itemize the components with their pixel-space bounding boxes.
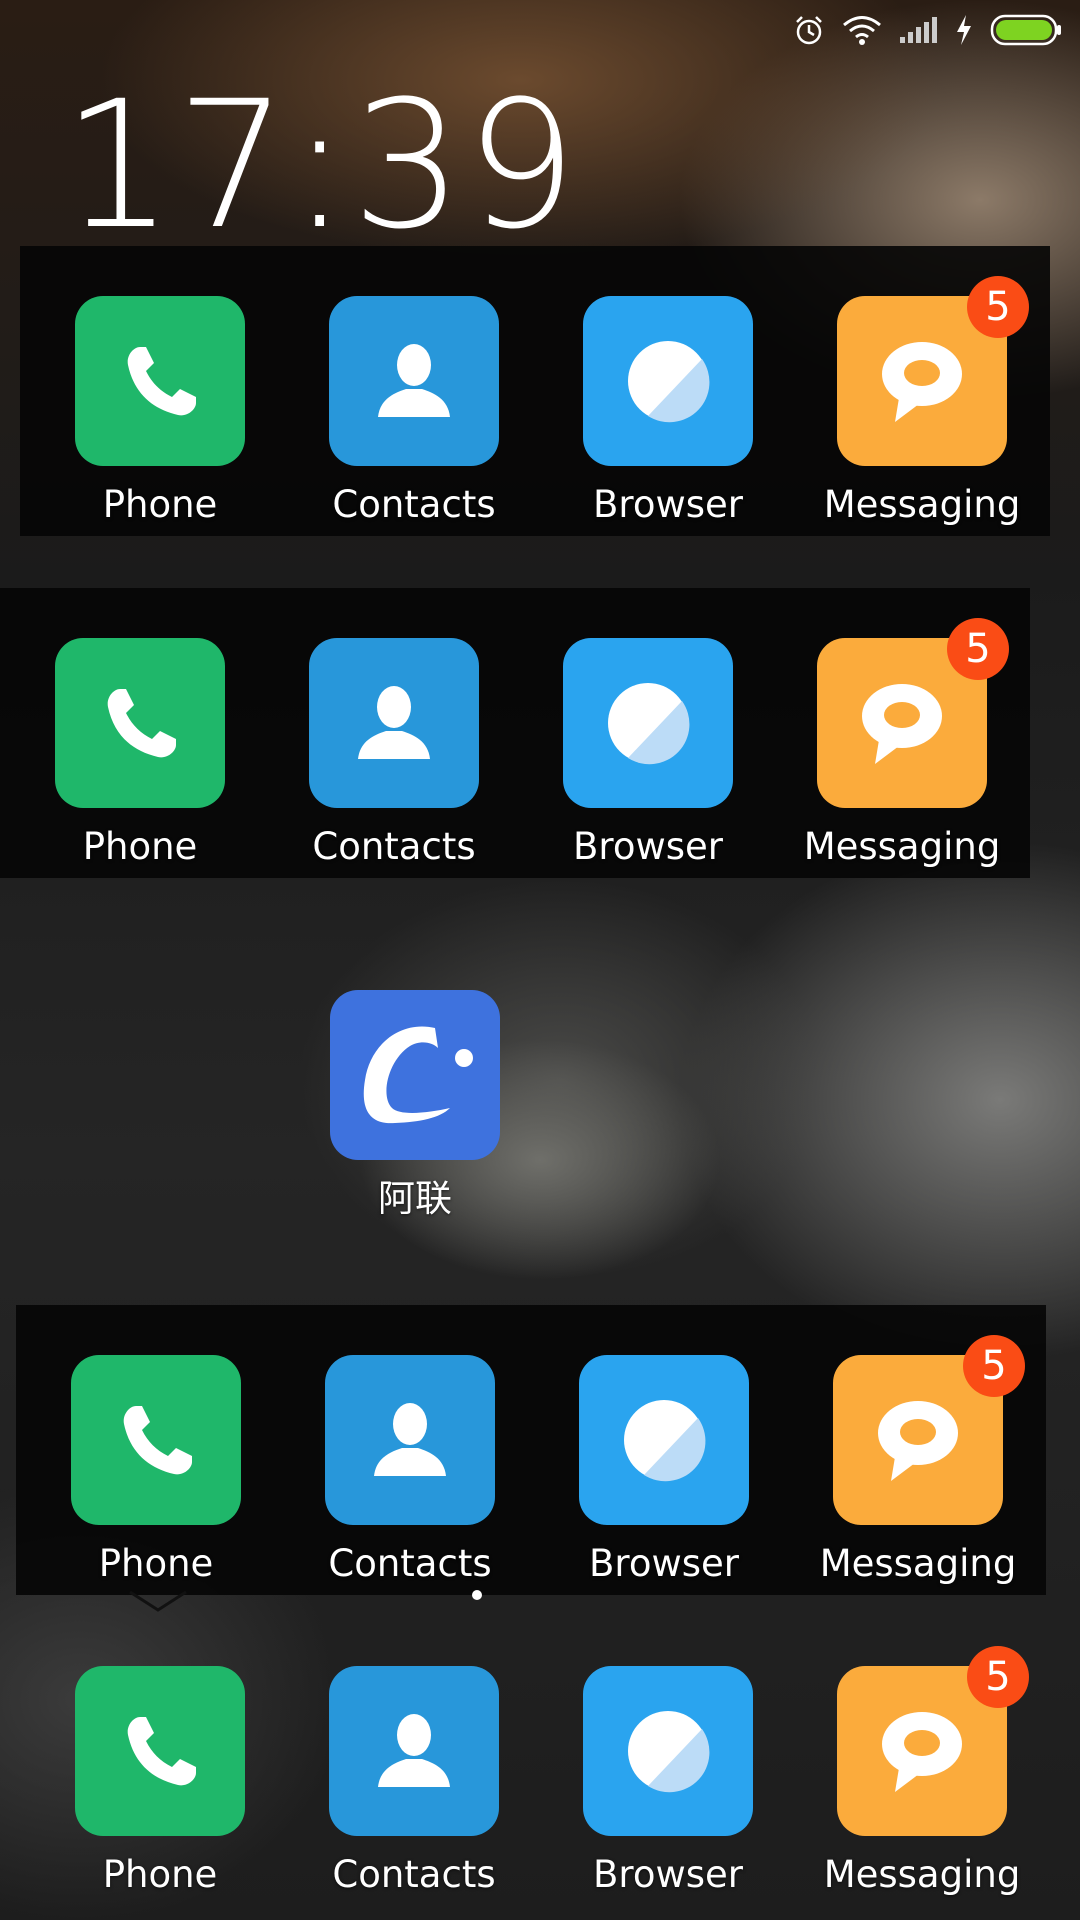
app-contacts[interactable]: Contacts	[314, 1616, 514, 1906]
app-row-1: Phone Contacts Browser 5 Messaging	[20, 246, 1050, 536]
app-alian[interactable]: 阿联	[315, 940, 515, 1230]
app-label: Browser	[593, 483, 743, 526]
notification-badge: 5	[963, 1335, 1025, 1397]
app-messaging[interactable]: 5 Messaging	[822, 1616, 1029, 1906]
contact-icon	[329, 296, 499, 466]
app-label: Phone	[102, 1853, 218, 1896]
clock: 17:39	[62, 63, 580, 268]
browser-icon	[583, 1666, 753, 1836]
app-messaging[interactable]: 5 Messaging	[822, 246, 1029, 536]
app-label: Phone	[102, 483, 218, 526]
wifi-icon	[842, 14, 882, 46]
app-label: Contacts	[332, 483, 496, 526]
app-label: Messaging	[803, 825, 1001, 868]
phone-icon	[75, 1666, 245, 1836]
app-label: Browser	[573, 825, 723, 868]
message-icon: 5	[837, 276, 1029, 466]
alian-call-icon	[330, 990, 500, 1160]
signal-icon	[898, 15, 938, 45]
app-label: Contacts	[312, 825, 476, 868]
app-browser[interactable]: Browser	[568, 1616, 768, 1906]
app-label: 阿联	[378, 1177, 452, 1220]
app-browser[interactable]: Browser	[548, 588, 748, 878]
app-label: Browser	[593, 1853, 743, 1896]
app-label: Phone	[82, 825, 198, 868]
app-row-2: Phone Contacts Browser 5 Messaging	[0, 588, 1030, 878]
app-label: Messaging	[823, 483, 1021, 526]
app-messaging[interactable]: 5 Messaging	[802, 588, 1009, 878]
phone-icon	[71, 1355, 241, 1525]
message-icon: 5	[817, 618, 1009, 808]
app-label: Contacts	[328, 1542, 492, 1585]
app-label: Contacts	[332, 1853, 496, 1896]
phone-icon	[55, 638, 225, 808]
app-browser[interactable]: Browser	[568, 246, 768, 536]
page-indicator-dot	[472, 1590, 482, 1600]
app-label: Browser	[589, 1542, 739, 1585]
notification-badge: 5	[947, 618, 1009, 680]
battery-icon	[990, 13, 1062, 47]
app-label: Phone	[98, 1542, 214, 1585]
message-icon: 5	[837, 1646, 1029, 1836]
alarm-icon	[792, 13, 826, 47]
app-row-4: Phone Contacts Browser 5 Messaging	[20, 1616, 1050, 1906]
contact-icon	[309, 638, 479, 808]
app-row-3: Phone Contacts Browser 5 Messaging	[16, 1305, 1046, 1595]
contact-icon	[329, 1666, 499, 1836]
chevron-down-icon	[128, 1590, 188, 1618]
app-phone[interactable]: Phone	[60, 1616, 260, 1906]
app-contacts[interactable]: Contacts	[314, 246, 514, 536]
app-contacts[interactable]: Contacts	[294, 588, 494, 878]
app-contacts[interactable]: Contacts	[310, 1305, 510, 1595]
app-browser[interactable]: Browser	[564, 1305, 764, 1595]
app-phone[interactable]: Phone	[56, 1305, 256, 1595]
app-messaging[interactable]: 5 Messaging	[818, 1305, 1025, 1595]
browser-icon	[563, 638, 733, 808]
message-icon: 5	[833, 1335, 1025, 1525]
charging-icon	[954, 13, 974, 47]
notification-badge: 5	[967, 1646, 1029, 1708]
app-phone[interactable]: Phone	[60, 246, 260, 536]
notification-badge: 5	[967, 276, 1029, 338]
app-label: Messaging	[819, 1542, 1017, 1585]
app-label: Messaging	[823, 1853, 1021, 1896]
phone-icon	[75, 296, 245, 466]
browser-icon	[583, 296, 753, 466]
browser-icon	[579, 1355, 749, 1525]
contact-icon	[325, 1355, 495, 1525]
app-phone[interactable]: Phone	[40, 588, 240, 878]
status-bar	[792, 12, 1062, 48]
